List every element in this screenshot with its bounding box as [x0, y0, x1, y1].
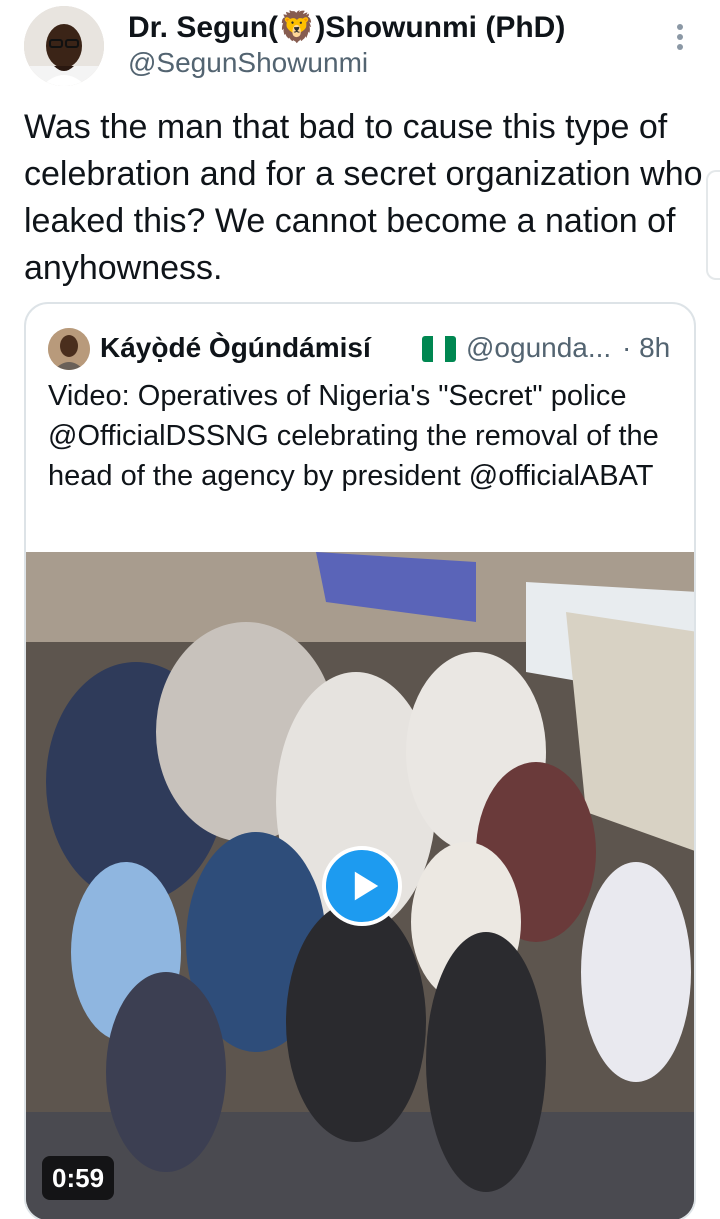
quoted-author-avatar[interactable]	[48, 328, 90, 370]
more-options-icon[interactable]	[666, 20, 694, 54]
side-scroll-indicator	[706, 170, 720, 280]
author-handle[interactable]: @SegunShowunmi	[128, 46, 565, 80]
quoted-author-handle[interactable]: @ogunda...	[466, 330, 611, 366]
lion-face-emoji-icon: 🦁	[278, 11, 316, 44]
author-display-name[interactable]: Dr. Segun(🦁)Showunmi (PhD)	[128, 10, 565, 46]
play-button[interactable]	[322, 846, 402, 926]
play-icon	[354, 871, 379, 901]
video-duration: 0:59	[42, 1156, 115, 1200]
profile-photo-icon	[24, 6, 104, 86]
quoted-tweet[interactable]: Káyọ̀dé Ògúndámisí @ogunda... · 8h Video…	[24, 302, 696, 1219]
author-avatar[interactable]	[24, 6, 104, 86]
quoted-author-name[interactable]: Káyọ̀dé Ògúndámisí	[100, 330, 371, 366]
author-names: Dr. Segun(🦁)Showunmi (PhD) @SegunShowunm…	[128, 10, 565, 80]
tweet-text: Was the man that bad to cause this type …	[24, 108, 703, 287]
quoted-profile-photo-icon	[48, 328, 90, 370]
quoted-tweet-header: Káyọ̀dé Ògúndámisí @ogunda... · 8h	[48, 326, 678, 370]
quoted-tweet-text: Video: Operatives of Nigeria's "Secret" …	[48, 380, 659, 492]
tweet-card: Dr. Segun(🦁)Showunmi (PhD) @SegunShowunm…	[0, 0, 720, 1219]
video-player[interactable]: 0:59	[26, 552, 694, 1219]
nigeria-flag-icon	[422, 336, 456, 362]
quoted-tweet-time[interactable]: · 8h	[622, 330, 670, 366]
